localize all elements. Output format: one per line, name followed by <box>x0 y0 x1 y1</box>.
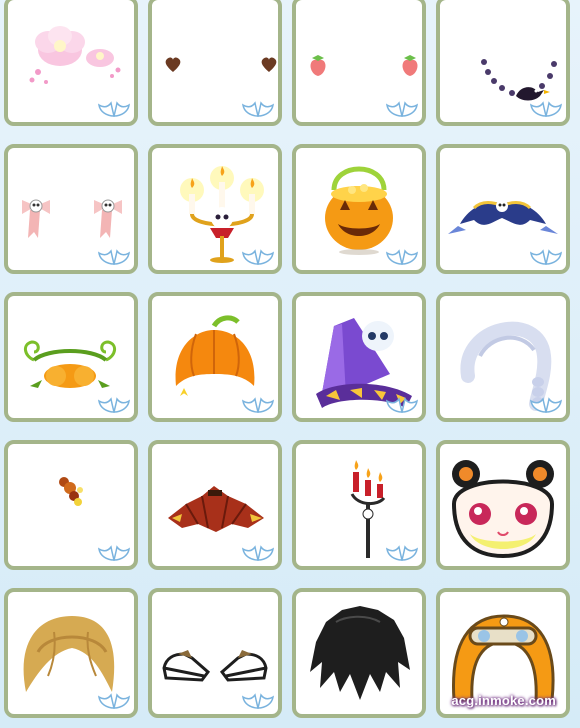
angel-wings-icon <box>242 397 274 413</box>
item-tile-18[interactable] <box>148 588 282 718</box>
angel-wings-icon <box>386 101 418 117</box>
angel-wings-icon <box>530 397 562 413</box>
angel-wings-icon <box>530 249 562 265</box>
item-tile-10[interactable] <box>148 292 282 422</box>
angel-wings-icon <box>242 693 274 709</box>
item-tile-12[interactable] <box>436 292 570 422</box>
angel-wings-icon <box>242 101 274 117</box>
watermark-text: acg.inmoke.com <box>451 693 556 708</box>
item-tile-2[interactable] <box>148 0 282 126</box>
angel-wings-icon <box>242 249 274 265</box>
item-tile-13[interactable] <box>4 440 138 570</box>
item-tile-4[interactable] <box>436 0 570 126</box>
item-tile-5[interactable] <box>4 144 138 274</box>
item-tile-11[interactable] <box>292 292 426 422</box>
panda-face-mask-icon <box>451 460 555 559</box>
item-tile-16[interactable] <box>436 440 570 570</box>
angel-wings-icon <box>98 693 130 709</box>
angel-wings-icon <box>386 249 418 265</box>
item-tile-1[interactable] <box>4 0 138 126</box>
item-tile-20[interactable]: acg.inmoke.com <box>436 588 570 718</box>
angel-wings-icon <box>242 545 274 561</box>
angel-wings-icon <box>98 101 130 117</box>
item-tile-6[interactable] <box>148 144 282 274</box>
item-tile-3[interactable] <box>292 0 426 126</box>
item-tile-19[interactable] <box>292 588 426 718</box>
angel-wings-icon <box>98 249 130 265</box>
angel-wings-icon <box>98 397 130 413</box>
item-grid: acg.inmoke.com <box>0 0 580 728</box>
angel-wings-icon <box>386 397 418 413</box>
angel-wings-icon <box>98 545 130 561</box>
item-tile-14[interactable] <box>148 440 282 570</box>
item-tile-17[interactable] <box>4 588 138 718</box>
item-tile-9[interactable] <box>4 292 138 422</box>
angel-wings-icon <box>386 545 418 561</box>
black-spiky-wig-icon <box>310 606 410 700</box>
item-tile-7[interactable] <box>292 144 426 274</box>
item-tile-15[interactable] <box>292 440 426 570</box>
angel-wings-icon <box>530 101 562 117</box>
item-tile-8[interactable] <box>436 144 570 274</box>
